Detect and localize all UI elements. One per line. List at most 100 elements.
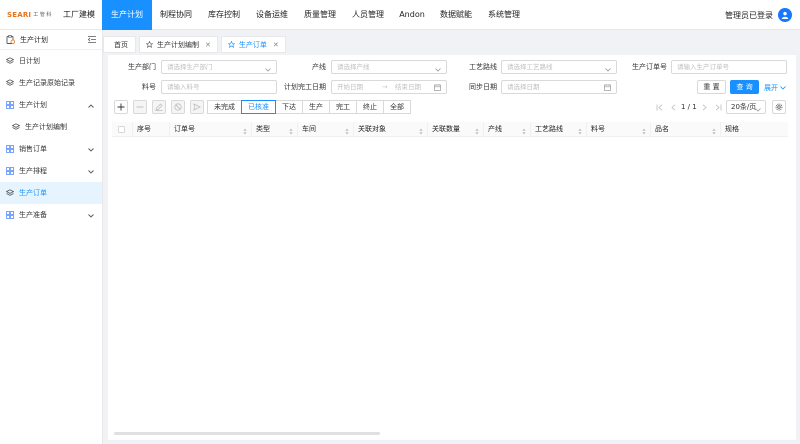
material-input[interactable]: 请输入料号 [161, 80, 277, 94]
grid-icon [6, 101, 14, 109]
page-indicator: 1 / 1 [681, 103, 697, 111]
sidebar-item-preparation[interactable]: 生产准备 [0, 204, 102, 226]
nav-quality[interactable]: 质量管理 [296, 0, 344, 30]
query-button[interactable]: 查 询 [730, 80, 759, 94]
chevron-down-icon [88, 146, 94, 154]
layers-icon [6, 189, 14, 197]
close-icon[interactable]: ✕ [273, 41, 279, 49]
select-all-checkbox[interactable] [118, 126, 125, 133]
clipboard-icon [6, 35, 15, 44]
sort-icon[interactable] [289, 126, 293, 141]
sort-icon[interactable] [712, 126, 716, 141]
layers-icon [6, 79, 14, 87]
line-select[interactable]: 请选择产线 [331, 60, 447, 74]
status-filter-approved[interactable]: 已核准 [241, 100, 276, 114]
first-page-icon[interactable] [654, 100, 664, 114]
last-page-icon[interactable] [714, 100, 724, 114]
sidebar-item-production-records[interactable]: 生产记录原始记录 [0, 72, 102, 94]
menu-collapse-icon[interactable] [87, 36, 96, 45]
sort-icon[interactable] [419, 126, 423, 141]
tab-production-order[interactable]: 生产订单 ✕ [220, 36, 286, 53]
send-button[interactable] [190, 100, 204, 114]
col-type[interactable]: 类型 [252, 122, 298, 137]
col-line[interactable]: 产线 [484, 122, 531, 137]
sidebar-item-label: 销售订单 [19, 145, 47, 153]
col-workshop[interactable]: 车间 [298, 122, 354, 137]
dept-select[interactable]: 请选择生产部门 [161, 60, 277, 74]
col-product-name[interactable]: 品名 [651, 122, 721, 137]
sidebar: 生产计划 日计划 生产记录原始记录 生产计划 生产计划编制 销售订单 生产排程 … [0, 30, 103, 444]
col-related-qty[interactable]: 关联数量 [428, 122, 484, 137]
nav-factory-modeling[interactable]: 工厂建模 [56, 0, 102, 30]
status-filter-all[interactable]: 全部 [383, 100, 411, 114]
plan-date-range[interactable]: 开始日期 → 结束日期 [331, 80, 447, 94]
tab-plan-compile[interactable]: 生产计划编制 ✕ [139, 36, 218, 53]
col-material[interactable]: 料号 [587, 122, 651, 137]
close-icon[interactable]: ✕ [205, 41, 211, 49]
tab-label: 生产订单 [238, 40, 267, 49]
sidebar-item-sales-order[interactable]: 销售订单 [0, 138, 102, 160]
reset-button[interactable]: 重 置 [697, 80, 726, 94]
main-nav: 工厂建模 生产计划 制程协同 库存控制 设备运维 质量管理 人员管理 Andon… [56, 0, 528, 30]
material-label: 料号 [142, 83, 156, 91]
nav-production-plan[interactable]: 生产计划 [102, 0, 152, 30]
sidebar-item-production-order[interactable]: 生产订单 [0, 182, 102, 204]
edit-icon [155, 103, 163, 111]
chevron-down-icon [780, 86, 786, 90]
nav-data[interactable]: 数据赋能 [432, 0, 480, 30]
col-route[interactable]: 工艺路线 [531, 122, 587, 137]
logo-subtext: 工 管 科 [33, 12, 52, 18]
page-size-select[interactable]: 20条/页 [726, 100, 766, 114]
route-select[interactable]: 请选择工艺路线 [501, 60, 617, 74]
col-spec: 规格 [725, 125, 739, 133]
edit-button[interactable] [152, 100, 166, 114]
sidebar-item-scheduling[interactable]: 生产排程 [0, 160, 102, 182]
order-no-input[interactable]: 请输入生产订单号 [671, 60, 787, 74]
avatar[interactable] [778, 8, 792, 22]
nav-andon[interactable]: Andon [392, 0, 432, 30]
chevron-down-icon [265, 64, 271, 73]
chevron-down-icon [88, 168, 94, 176]
nav-inventory[interactable]: 库存控制 [200, 0, 248, 30]
order-no-label: 生产订单号 [632, 63, 667, 71]
sort-icon[interactable] [578, 126, 582, 141]
nav-system[interactable]: 系统管理 [480, 0, 528, 30]
status-filter-incomplete[interactable]: 未完成 [207, 100, 242, 114]
sort-icon[interactable] [475, 126, 479, 141]
user-area[interactable]: 管理员已登录 [725, 0, 792, 30]
nav-personnel[interactable]: 人员管理 [344, 0, 392, 30]
status-filter-completed[interactable]: 完工 [329, 100, 357, 114]
expand-link[interactable]: 展开 [764, 83, 786, 93]
column-settings-button[interactable] [772, 100, 786, 114]
ban-icon [174, 103, 182, 111]
status-filter-producing[interactable]: 生产 [302, 100, 330, 114]
nav-process-collab[interactable]: 制程协同 [152, 0, 200, 30]
sort-icon[interactable] [243, 126, 247, 141]
col-related-object[interactable]: 关联对象 [354, 122, 428, 137]
sidebar-item-plan-compile[interactable]: 生产计划编制 [0, 116, 102, 138]
status-filter-terminated[interactable]: 终止 [356, 100, 384, 114]
layers-icon [12, 123, 20, 131]
pagination: 1 / 1 [654, 100, 724, 114]
disable-button[interactable] [171, 100, 185, 114]
plan-date-start[interactable]: 开始日期 [337, 83, 363, 91]
sidebar-item-daily-plan[interactable]: 日计划 [0, 50, 102, 72]
tab-home[interactable]: 首页 [103, 36, 136, 53]
next-page-icon[interactable] [700, 100, 710, 114]
grid-icon [6, 211, 14, 219]
nav-equipment[interactable]: 设备运维 [248, 0, 296, 30]
sort-icon[interactable] [345, 126, 349, 141]
sync-date-picker[interactable]: 请选择日期 [501, 80, 617, 94]
sort-icon[interactable] [642, 126, 646, 141]
col-order-no[interactable]: 订单号 [170, 122, 252, 137]
horizontal-scrollbar[interactable] [114, 432, 380, 435]
arrow-right-icon: → [382, 83, 388, 91]
plan-date-end[interactable]: 结束日期 [395, 81, 421, 93]
remove-button[interactable] [133, 100, 147, 114]
status-filter-released[interactable]: 下达 [275, 100, 303, 114]
add-button[interactable] [114, 100, 128, 114]
sidebar-item-production-plan[interactable]: 生产计划 [0, 94, 102, 116]
prev-page-icon[interactable] [668, 100, 678, 114]
sort-icon[interactable] [522, 126, 526, 141]
grid-icon [6, 167, 14, 175]
